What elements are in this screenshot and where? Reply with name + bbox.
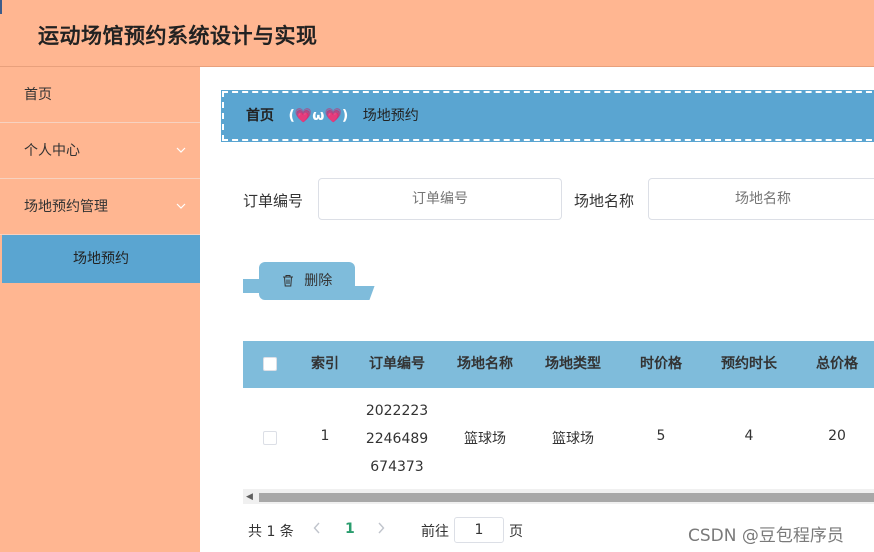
chevron-left-icon[interactable] [313, 519, 321, 538]
select-all-checkbox[interactable] [263, 357, 277, 371]
column-header-index: 索引 [311, 356, 339, 372]
chevron-down-icon [176, 123, 186, 179]
venue-name-input[interactable] [648, 178, 874, 220]
row-venue-type: 篮球场 [552, 431, 594, 447]
scroll-left-arrow-icon[interactable]: ◀ [246, 492, 253, 502]
row-hourly-price: 5 [656, 428, 666, 444]
order-number-line: 2022223 [365, 403, 429, 419]
sidebar-item-label: 个人中心 [24, 143, 80, 159]
sidebar-item-venue-booking-management[interactable]: 场地预约管理 [0, 179, 200, 235]
order-number-label: 订单编号 [243, 192, 304, 210]
breadcrumb: 首页 (💗ω💗) 场地预约 [221, 90, 874, 142]
breadcrumb-separator: (💗ω💗) [288, 108, 349, 124]
row-order-number: 2022223 2246489 674373 [357, 397, 437, 481]
sidebar-item-personal-center[interactable]: 个人中心 [0, 123, 200, 179]
breadcrumb-current: 场地预约 [362, 108, 419, 124]
table-header: 索引 订单编号 场地名称 场地类型 时价格 预约时长 总价格 [243, 341, 874, 388]
row-duration: 4 [744, 428, 754, 444]
column-header-duration: 预约时长 [721, 356, 777, 372]
row-venue-name: 篮球场 [464, 431, 506, 447]
scrollbar-thumb[interactable] [259, 493, 874, 502]
order-number-line: 2246489 [365, 431, 429, 447]
delete-button-label: 删除 [304, 273, 333, 289]
pagination-total: 共 1 条 [248, 524, 294, 540]
delete-button[interactable]: 删除 [259, 262, 355, 300]
order-number-input[interactable] [318, 178, 562, 220]
order-number-line: 674373 [370, 459, 424, 475]
sidebar-subitem-venue-booking[interactable]: 场地预约 [2, 235, 200, 283]
sidebar-item-label: 场地预约管理 [24, 199, 108, 215]
chevron-right-icon[interactable] [377, 519, 385, 538]
venue-name-label: 场地名称 [574, 192, 635, 210]
breadcrumb-home[interactable]: 首页 [246, 108, 274, 124]
column-header-order-number: 订单编号 [369, 356, 425, 372]
horizontal-scrollbar[interactable]: ◀ [243, 489, 874, 504]
column-header-venue-type: 场地类型 [545, 356, 601, 372]
column-header-venue-name: 场地名称 [457, 356, 513, 372]
app-header: 运动场馆预约系统设计与实现 [0, 0, 874, 67]
window-corner [0, 0, 2, 14]
pagination-page-unit: 页 [509, 524, 523, 540]
row-index: 1 [320, 428, 330, 444]
pagination-current-page[interactable]: 1 [345, 521, 355, 537]
sidebar: 首页 个人中心 场地预约管理 场地预约 [0, 67, 200, 552]
sidebar-item-home[interactable]: 首页 [0, 67, 200, 123]
sidebar-item-label: 首页 [24, 87, 52, 103]
row-total-price: 20 [828, 428, 846, 444]
trash-icon [282, 264, 294, 302]
column-header-hourly-price: 时价格 [640, 356, 682, 372]
watermark: CSDN @豆包程序员 [688, 526, 844, 546]
row-checkbox[interactable] [263, 431, 277, 445]
app-title: 运动场馆预约系统设计与实现 [38, 24, 318, 48]
column-header-total-price: 总价格 [816, 356, 858, 372]
pagination-goto-label: 前往 [421, 524, 449, 540]
pagination-goto-input[interactable]: 1 [454, 517, 504, 543]
chevron-down-icon [176, 179, 186, 235]
